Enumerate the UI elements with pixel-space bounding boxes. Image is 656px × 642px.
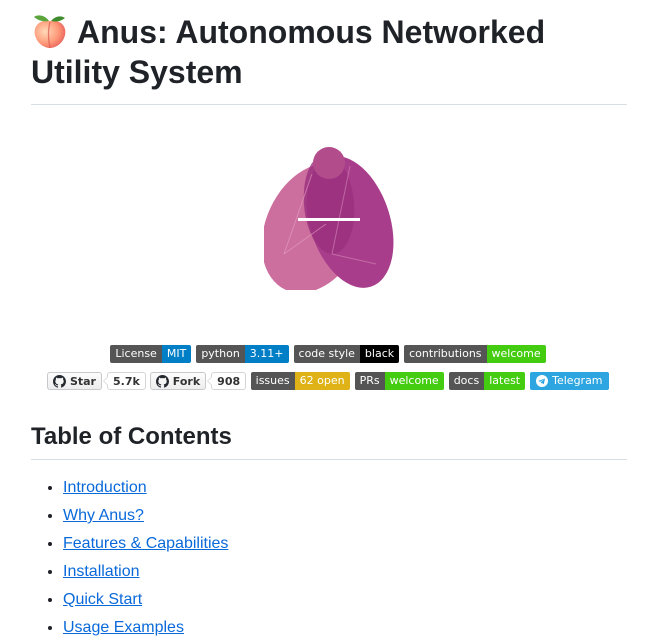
github-star-count[interactable]: 5.7k [103, 372, 146, 390]
github-fork-widget: Fork 908 [149, 372, 247, 390]
badge-row-2: Star 5.7k Fork 908 issues 62 open PRs we… [0, 372, 656, 390]
toc-link-why-anus[interactable]: Why Anus? [63, 507, 144, 524]
peach-emoji-icon [34, 15, 66, 49]
list-item: Installation [63, 558, 228, 586]
list-item: Quick Start [63, 586, 228, 614]
list-item: Why Anus? [63, 502, 228, 530]
toc-list: Introduction Why Anus? Features & Capabi… [31, 474, 228, 642]
contributions-badge[interactable]: contributions welcome [404, 345, 546, 363]
toc-link-usage-examples[interactable]: Usage Examples [63, 619, 184, 636]
python-version-badge[interactable]: python 3.11+ [196, 345, 289, 363]
list-item: Features & Capabilities [63, 530, 228, 558]
toc-link-features[interactable]: Features & Capabilities [63, 535, 228, 552]
issues-badge[interactable]: issues 62 open [250, 372, 350, 390]
anus-logo [264, 147, 394, 290]
toc-link-installation[interactable]: Installation [63, 563, 140, 580]
code-style-badge[interactable]: code style black [293, 345, 400, 363]
readme-page: Anus: Autonomous Networked Utility Syste… [0, 0, 656, 640]
toc-heading: Table of Contents [31, 423, 232, 450]
github-fork-count[interactable]: 908 [207, 372, 247, 390]
toc-link-quick-start[interactable]: Quick Start [63, 591, 142, 608]
telegram-icon [536, 375, 549, 387]
badge-row-1: License MIT python 3.11+ code style blac… [0, 345, 656, 363]
telegram-badge[interactable]: Telegram [530, 372, 609, 390]
github-icon [52, 374, 66, 388]
page-title: Anus: Autonomous Networked Utility Syste… [31, 14, 546, 90]
list-item: Introduction [63, 474, 228, 502]
github-star-widget: Star 5.7k [46, 372, 146, 390]
prs-badge[interactable]: PRs welcome [354, 372, 444, 390]
github-fork-button[interactable]: Fork [149, 372, 207, 390]
license-badge[interactable]: License MIT [110, 345, 192, 363]
toc-link-introduction[interactable]: Introduction [63, 479, 147, 496]
github-star-button[interactable]: Star [46, 372, 102, 390]
title-divider [31, 104, 627, 105]
github-icon [155, 374, 169, 388]
toc-divider [31, 459, 627, 460]
docs-badge[interactable]: docs latest [448, 372, 526, 390]
list-item: Usage Examples [63, 614, 228, 642]
